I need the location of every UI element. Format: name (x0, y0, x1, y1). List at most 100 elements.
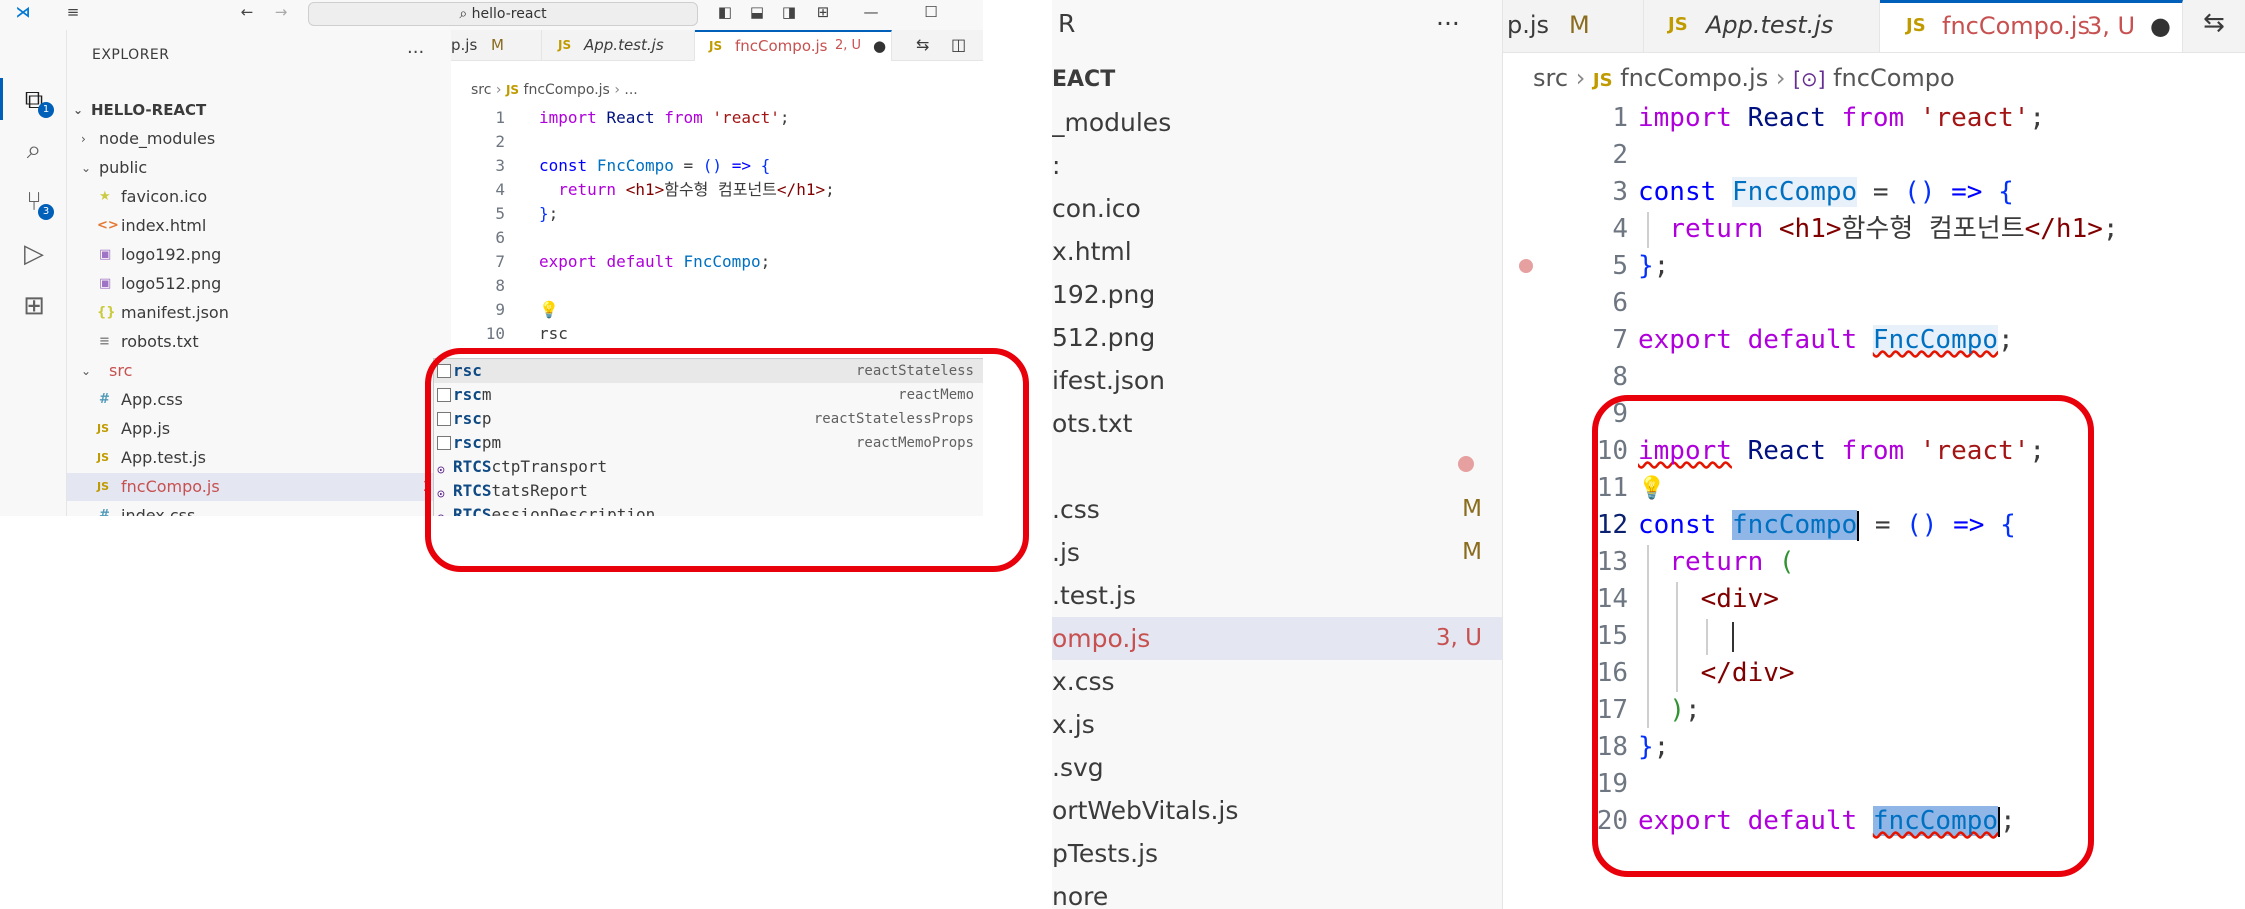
css-file-icon: # (99, 508, 110, 516)
tree-folder-node-modules[interactable]: › node_modules (67, 125, 451, 153)
js-file-icon: JS (97, 451, 110, 464)
chevron-right-icon: › (81, 132, 86, 146)
source-control-icon[interactable]: ⑂ 3 (14, 182, 54, 222)
explorer-icon[interactable]: ⧉ 1 (14, 80, 54, 120)
tab-app-test-js[interactable]: JS App.test.js (542, 30, 695, 60)
breadcrumb: src › JS fncCompo.js › ... (471, 82, 638, 98)
code-line: }; (539, 204, 559, 223)
back-arrow-icon[interactable]: ← (236, 3, 258, 21)
src-modified-dot-icon (1458, 456, 1474, 472)
more-actions-icon[interactable]: ··· (1436, 2, 1496, 45)
tree-row[interactable]: 192.png (1052, 273, 1502, 316)
tree-row[interactable]: x.css (1052, 660, 1502, 703)
code-line: import React from 'react'; (539, 108, 790, 127)
code-line: export default FncCompo; (539, 252, 771, 271)
tree-row[interactable]: .test.js (1052, 574, 1502, 617)
search-text: hello-react (471, 6, 547, 22)
tab-app-js[interactable]: p.js M (1503, 0, 1644, 52)
tree-row[interactable]: ifest.json (1052, 359, 1502, 402)
code-line-3: const FncCompo = () => { (1638, 177, 2014, 207)
tree-folder-src[interactable]: ⌄ src • (67, 357, 451, 385)
js-file-icon: JS (709, 39, 723, 53)
minimize-icon[interactable]: — (860, 3, 882, 21)
tree-file[interactable]: ★ favicon.ico (67, 183, 451, 211)
compare-changes-icon[interactable]: ⇆ (2203, 8, 2225, 38)
forward-arrow-icon[interactable]: → (270, 3, 292, 21)
maximize-icon[interactable]: ☐ (920, 3, 942, 21)
tree-file[interactable]: <> index.html (67, 212, 451, 240)
tab-fnccompo-js[interactable]: JS fncCompo.js 3, U ● (1880, 0, 2183, 52)
root-folder-fragment[interactable]: EACT (1052, 58, 1502, 101)
root-folder[interactable]: ⌄ HELLO-REACT (67, 96, 451, 124)
explorer-title: EXPLORER (92, 47, 170, 63)
tab-app-js[interactable]: p.js M (451, 30, 542, 60)
toggle-panel-icon[interactable]: ⬓ (746, 3, 768, 21)
code-line: rsc (539, 324, 568, 343)
unsaved-dot-icon[interactable]: ● (873, 32, 886, 60)
layout-icon[interactable]: ⊞ (812, 3, 834, 21)
search-icon[interactable]: ⌕ (14, 130, 54, 170)
image-file-icon: ▣ (99, 276, 112, 291)
compare-changes-icon[interactable]: ⇆ (916, 35, 929, 54)
chevron-down-icon: ⌄ (81, 161, 92, 175)
breakpoint-dot-icon[interactable] (1519, 259, 1533, 273)
active-indicator (0, 78, 3, 120)
tree-row[interactable]: _modules (1052, 101, 1502, 144)
menu-icon[interactable]: ≡ (62, 3, 84, 21)
toggle-secondary-sidebar-icon[interactable]: ◨ (778, 3, 800, 21)
run-debug-icon[interactable]: ▷ (14, 234, 54, 274)
html-file-icon: <> (97, 218, 119, 233)
js-file-icon: JS (97, 422, 110, 435)
tree-row[interactable]: .svg (1052, 746, 1502, 789)
favicon-file-icon: ★ (99, 189, 111, 204)
highlight-ring-autocomplete (425, 348, 1029, 572)
editor-tabs: p.js M JS App.test.js JS fncCompo.js 3, … (1503, 0, 2245, 53)
tree-row[interactable]: : (1052, 144, 1502, 187)
text-file-icon: ≡ (99, 334, 110, 349)
toggle-sidebar-icon[interactable]: ◧ (714, 3, 736, 21)
tree-row[interactable]: .css M (1052, 488, 1502, 531)
tree-file[interactable]: JS App.js M (67, 415, 451, 443)
tree-file[interactable]: # App.css M (67, 386, 451, 414)
tree-row[interactable]: ots.txt (1052, 402, 1502, 445)
tree-row[interactable]: con.ico (1052, 187, 1502, 230)
tree-row[interactable]: x.html (1052, 230, 1502, 273)
unsaved-dot-icon[interactable]: ● (2150, 3, 2171, 49)
tree-row[interactable]: nore (1052, 875, 1502, 909)
badge: 3 (38, 204, 54, 220)
image-file-icon: ▣ (99, 247, 112, 262)
tab-fnccompo-js[interactable]: JS fncCompo.js 2, U ● (695, 30, 892, 61)
command-center-search[interactable]: ⌕ hello-react (308, 2, 698, 26)
tree-file[interactable]: JS App.test.js (67, 444, 451, 472)
tree-file[interactable]: # index.css (67, 502, 451, 516)
explorer-zoomed: R ··· EACT _modules : con.ico x.html 192… (1052, 0, 1502, 909)
code-line: return <h1>함수형 컴포넌트</h1>; (558, 180, 835, 199)
css-file-icon: # (99, 392, 110, 407)
tree-row[interactable]: ortWebVitals.js (1052, 789, 1502, 832)
activity-bar: ⧉ 1 ⌕ ⑂ 3 ▷ ⊞ (0, 30, 67, 516)
extensions-icon[interactable]: ⊞ (14, 286, 54, 326)
tree-row[interactable]: .js M (1052, 531, 1502, 574)
explorer-sidebar: EXPLORER ··· ⌄ HELLO-REACT › node_module… (67, 30, 451, 516)
js-file-icon: JS (1592, 70, 1613, 91)
tree-row[interactable]: pTests.js (1052, 832, 1502, 875)
chevron-down-icon: ⌄ (81, 364, 92, 378)
tree-row-selected[interactable]: ompo.js 3, U (1052, 617, 1502, 660)
tree-file[interactable]: ▣ logo192.png (67, 241, 451, 269)
tree-row[interactable]: x.js (1052, 703, 1502, 746)
breadcrumb: src › JS fncCompo.js › [⊙] fncCompo (1533, 64, 1955, 92)
split-editor-icon[interactable]: ◫ (951, 35, 966, 54)
tree-file[interactable]: ≡ robots.txt (67, 328, 451, 356)
tree-file-selected[interactable]: JS fncCompo.js 2, U (67, 473, 451, 501)
vscode-logo-icon: ⋊ (15, 3, 31, 21)
tree-row[interactable]: 512.png (1052, 316, 1502, 359)
code-line-5: }; (1638, 251, 1670, 281)
js-file-icon: JS (558, 38, 572, 52)
tree-file[interactable]: {} manifest.json (67, 299, 451, 327)
tree-file[interactable]: ▣ logo512.png (67, 270, 451, 298)
js-file-icon: JS (505, 83, 520, 97)
tree-folder-public[interactable]: ⌄ public (67, 154, 451, 182)
tab-app-test-js[interactable]: JS App.test.js (1644, 0, 1880, 52)
more-actions-icon[interactable]: ··· (407, 42, 424, 63)
lightbulb-icon[interactable]: 💡 (539, 298, 559, 322)
